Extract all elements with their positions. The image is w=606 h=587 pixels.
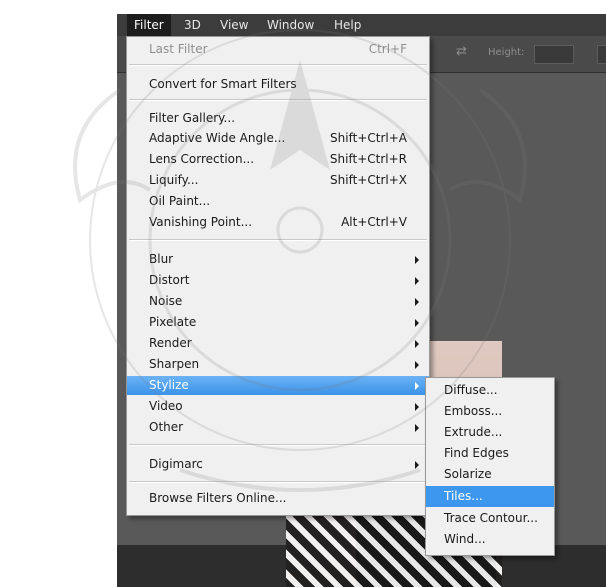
menu-item-liquify[interactable]: Liquify... Shift+Ctrl+X xyxy=(127,171,429,190)
submenu-item-diffuse[interactable]: Diffuse... xyxy=(426,380,554,401)
stylize-submenu: Diffuse... Emboss... Extrude... Find Edg… xyxy=(425,377,555,556)
submenu-item-wind[interactable]: Wind... xyxy=(426,529,554,550)
menu-window[interactable]: Window xyxy=(260,14,321,36)
menu-help[interactable]: Help xyxy=(327,14,368,36)
submenu-arrow-icon xyxy=(415,403,419,411)
menu-item-oil-paint[interactable]: Oil Paint... xyxy=(127,192,429,211)
menu-separator xyxy=(129,444,427,446)
submenu-arrow-icon xyxy=(415,340,419,348)
swap-arrows-icon[interactable]: ⇄ xyxy=(456,44,467,59)
submenu-arrow-icon xyxy=(415,424,419,432)
menu-separator xyxy=(129,239,427,241)
menu-separator xyxy=(129,481,427,483)
submenu-arrow-icon xyxy=(415,298,419,306)
submenu-arrow-icon xyxy=(415,382,419,390)
menu-separator xyxy=(129,99,427,101)
menu-item-adaptive-wide-angle[interactable]: Adaptive Wide Angle... Shift+Ctrl+A xyxy=(127,129,429,148)
menu-separator xyxy=(129,64,427,66)
menu-item-last-filter: Last Filter Ctrl+F xyxy=(149,42,407,56)
submenu-item-emboss[interactable]: Emboss... xyxy=(426,401,554,422)
submenu-arrow-icon xyxy=(415,319,419,327)
submenu-item-trace-contour[interactable]: Trace Contour... xyxy=(426,508,554,529)
submenu-item-tiles[interactable]: Tiles... xyxy=(426,486,554,507)
submenu-item-find-edges[interactable]: Find Edges xyxy=(426,443,554,464)
menu-item-stylize[interactable]: Stylize xyxy=(127,376,429,395)
menu-3d[interactable]: 3D xyxy=(177,14,208,36)
menu-item-digimarc[interactable]: Digimarc xyxy=(127,455,429,474)
menu-filter[interactable]: Filter xyxy=(127,14,171,36)
height-label: Height: xyxy=(488,47,525,58)
menu-item-filter-gallery[interactable]: Filter Gallery... xyxy=(127,109,429,128)
menu-item-convert-smart-filters[interactable]: Convert for Smart Filters xyxy=(127,75,429,94)
submenu-arrow-icon xyxy=(415,361,419,369)
filter-menu: Last Filter Ctrl+F Convert for Smart Fil… xyxy=(126,36,430,516)
menu-item-noise[interactable]: Noise xyxy=(127,292,429,311)
submenu-arrow-icon xyxy=(415,277,419,285)
menu-item-distort[interactable]: Distort xyxy=(127,271,429,290)
menu-item-video[interactable]: Video xyxy=(127,397,429,416)
submenu-item-solarize[interactable]: Solarize xyxy=(426,464,554,485)
menu-bar: Filter 3D View Window Help xyxy=(117,14,606,36)
resolution-field[interactable] xyxy=(597,45,606,64)
submenu-arrow-icon xyxy=(415,256,419,264)
menu-item-blur[interactable]: Blur xyxy=(127,250,429,269)
menu-item-browse-filters-online[interactable]: Browse Filters Online... xyxy=(127,489,429,508)
height-field[interactable] xyxy=(534,45,574,64)
menu-item-sharpen[interactable]: Sharpen xyxy=(127,355,429,374)
menu-item-other[interactable]: Other xyxy=(127,418,429,437)
submenu-item-extrude[interactable]: Extrude... xyxy=(426,422,554,443)
menu-item-lens-correction[interactable]: Lens Correction... Shift+Ctrl+R xyxy=(127,150,429,169)
menu-view[interactable]: View xyxy=(213,14,255,36)
menu-item-render[interactable]: Render xyxy=(127,334,429,353)
menu-item-vanishing-point[interactable]: Vanishing Point... Alt+Ctrl+V xyxy=(127,213,429,232)
submenu-arrow-icon xyxy=(415,461,419,469)
menu-item-pixelate[interactable]: Pixelate xyxy=(127,313,429,332)
